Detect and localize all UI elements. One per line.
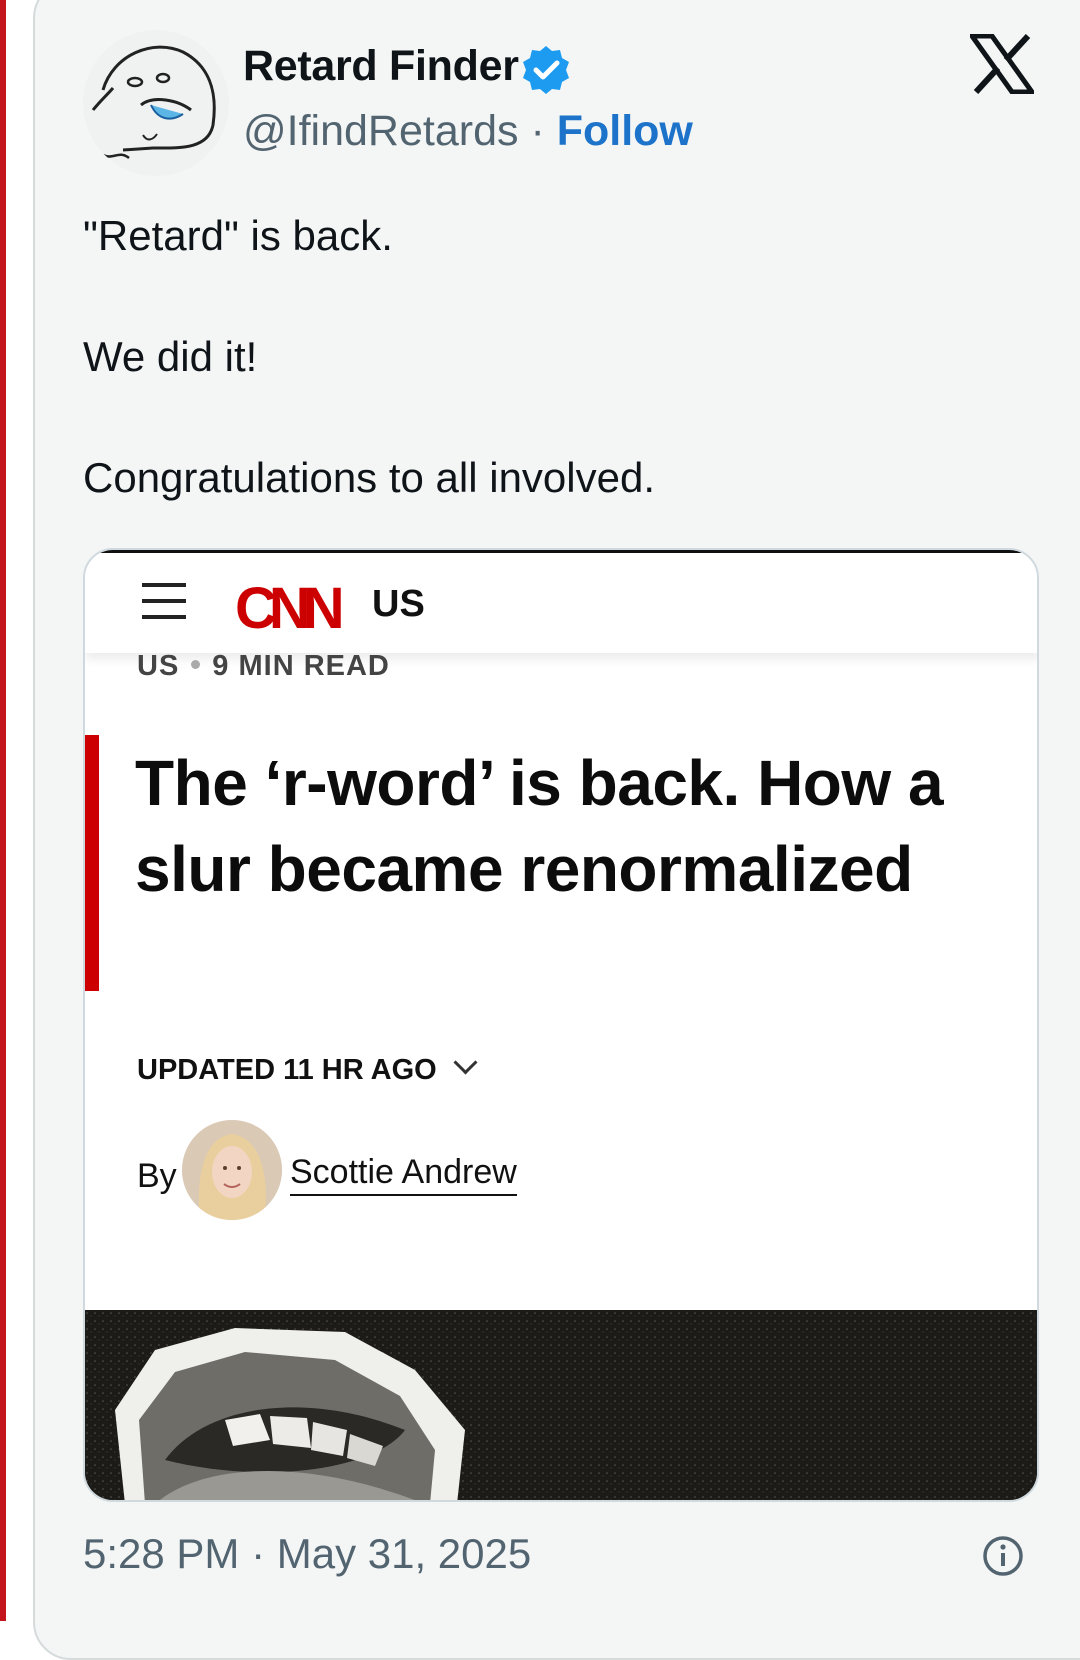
tweet-timestamp[interactable]: 5:28 PM · May 31, 2025 xyxy=(83,1530,531,1578)
embedded-image[interactable]: CNN US US 9 MIN READ The ‘r-word’ is back… xyxy=(83,548,1039,1502)
headline-accent-bar xyxy=(85,735,99,991)
author-photo xyxy=(182,1120,282,1220)
cnn-edition: US xyxy=(372,583,425,625)
display-name[interactable]: Retard Finder xyxy=(243,42,519,91)
tweet-text-line-3: Congratulations to all involved. xyxy=(83,454,656,501)
handle-row: @IfindRetards · Follow xyxy=(243,107,693,156)
avatar-drawing xyxy=(91,45,216,160)
handle[interactable]: @IfindRetards xyxy=(243,107,519,155)
section-row: US 9 MIN READ xyxy=(137,650,390,683)
byline-label: By xyxy=(137,1157,177,1195)
cnn-header-bar: CNN US xyxy=(85,553,1037,653)
read-time: 9 MIN READ xyxy=(212,650,390,682)
cnn-logo: CNN xyxy=(235,576,345,641)
tweet-text-line-1: "Retard" is back. xyxy=(83,212,393,259)
article-hero-image xyxy=(85,1310,1037,1500)
section-label: US xyxy=(137,650,180,682)
handle-separator: · xyxy=(530,107,545,155)
hamburger-menu-icon xyxy=(142,583,186,619)
tweet-text-line-2: We did it! xyxy=(83,333,258,380)
updated-row: UPDATED 11 HR AGO xyxy=(137,1050,478,1087)
verified-badge-icon xyxy=(523,46,569,94)
dot-separator-icon xyxy=(191,659,201,669)
chevron-down-icon xyxy=(453,1050,478,1075)
follow-button[interactable]: Follow xyxy=(557,107,693,155)
left-edge-stripe xyxy=(0,0,6,1621)
info-icon[interactable] xyxy=(982,1535,1024,1577)
author-portrait xyxy=(182,1120,282,1220)
author-link: Scottie Andrew xyxy=(290,1153,517,1196)
avatar[interactable] xyxy=(83,30,229,176)
article-headline: The ‘r-word’ is back. How a slur became … xyxy=(135,747,944,905)
mouth-collage-image xyxy=(85,1310,1037,1500)
updated-label: UPDATED 11 HR AGO xyxy=(137,1054,437,1086)
x-logo-icon[interactable] xyxy=(970,34,1034,94)
